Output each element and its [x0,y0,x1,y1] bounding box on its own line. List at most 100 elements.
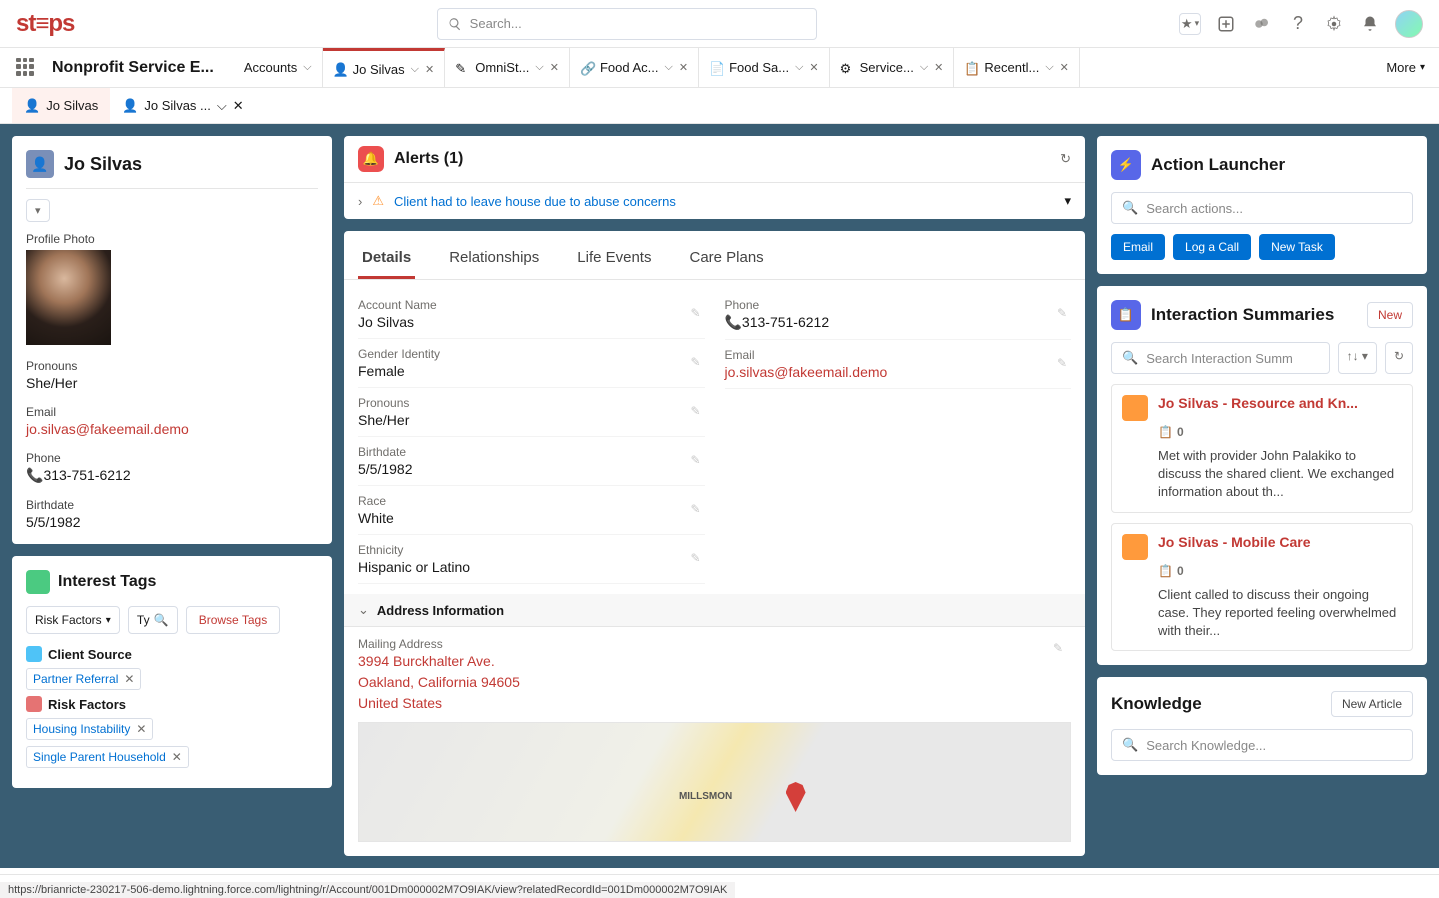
action-button[interactable]: New Task [1259,234,1335,260]
detail-tab[interactable]: Life Events [573,239,655,279]
close-icon[interactable]: ✕ [1060,61,1069,74]
app-name: Nonprofit Service E... [52,59,214,77]
remove-tag-icon[interactable]: ✕ [172,750,182,764]
map[interactable]: MILLSMON [358,722,1071,842]
favorites-button[interactable]: ★▾ [1179,13,1201,35]
detail-tab[interactable]: Relationships [445,239,543,279]
knowledge-search[interactable]: 🔍 Search Knowledge... [1111,729,1413,761]
tag-pill[interactable]: Single Parent Household✕ [26,746,189,768]
profile-photo [26,250,111,345]
chevron-down-icon[interactable]: ⌵ [303,61,311,74]
search-placeholder: Search... [470,16,522,31]
nav-tab[interactable]: Accounts⌵ [234,48,323,87]
close-icon[interactable]: ✕ [233,98,244,114]
new-article-button[interactable]: New Article [1331,691,1413,717]
mailing-address-value[interactable]: 3994 Burckhalter Ave. Oakland, Californi… [358,651,1071,714]
interaction-summary[interactable]: Jo Silvas - Resource and Kn...📋 0Met wit… [1111,384,1413,513]
close-icon[interactable]: ✕ [934,61,943,74]
edit-icon[interactable]: ✎ [690,355,700,369]
add-icon[interactable] [1215,13,1237,35]
app-launcher-icon[interactable] [16,58,36,78]
global-search[interactable]: Search... [437,8,817,40]
tag-search-input[interactable]: Ty 🔍 [128,606,178,634]
edit-icon[interactable]: ✎ [690,306,700,320]
nav-tab[interactable]: 👤Jo Silvas⌵✕ [323,48,446,87]
interactions-search[interactable]: 🔍 Search Interaction Summ [1111,342,1330,374]
chevron-down-icon[interactable]: ⌵ [1045,61,1053,74]
close-icon[interactable]: ✕ [550,61,559,74]
field-label: Birthdate [358,445,705,459]
notifications-icon[interactable] [1359,13,1381,35]
chevron-down-icon[interactable]: ⌵ [411,63,419,76]
sub-tab[interactable]: 👤Jo Silvas ...⌵✕ [110,88,255,123]
interaction-summary[interactable]: Jo Silvas - Mobile Care📋 0Client called … [1111,523,1413,652]
edit-icon[interactable]: ✎ [690,404,700,418]
tab-icon: 🔗 [580,61,594,75]
chevron-down-icon[interactable]: ⌵ [795,61,803,74]
tag-category: Risk Factors [26,696,318,712]
edit-icon[interactable]: ✎ [1053,641,1063,655]
user-avatar[interactable] [1395,10,1423,38]
nav-tab[interactable]: ✎OmniSt...⌵✕ [445,48,570,87]
close-icon[interactable]: ✕ [809,61,818,74]
nav-row: Nonprofit Service E... Accounts⌵👤Jo Silv… [0,48,1439,88]
tag-pill[interactable]: Housing Instability✕ [26,718,153,740]
field-value: Jo Silvas [358,314,705,330]
birthdate-value: 5/5/1982 [26,514,318,530]
warning-icon: ⚠ [372,193,384,209]
close-icon[interactable]: ✕ [425,63,434,76]
alert-text[interactable]: Client had to leave house due to abuse c… [394,194,1054,209]
refresh-button[interactable]: ↻ [1385,342,1413,374]
tab-icon: ⚙ [840,61,854,75]
record-summary-card: 👤 Jo Silvas ▾ Profile Photo Pronouns She… [12,136,332,544]
new-interaction-button[interactable]: New [1367,302,1413,328]
edit-icon[interactable]: ✎ [1057,356,1067,370]
salesforce-icon[interactable] [1251,13,1273,35]
chevron-down-icon[interactable]: ⌵ [665,61,673,74]
alert-row[interactable]: › ⚠ Client had to leave house due to abu… [344,183,1085,219]
global-header: st≡ps Search... ★▾ ? [0,0,1439,48]
account-icon: 👤 [26,150,54,178]
header-icons: ★▾ ? [1179,10,1423,38]
chevron-down-icon[interactable]: ⌵ [217,98,227,114]
nav-tab[interactable]: ⚙Service...⌵✕ [830,48,955,87]
chevron-down-icon[interactable]: ▾ [1064,193,1071,209]
nav-tab[interactable]: 🔗Food Ac...⌵✕ [570,48,699,87]
detail-tab[interactable]: Care Plans [685,239,767,279]
edit-icon[interactable]: ✎ [690,502,700,516]
chevron-down-icon[interactable]: ⌵ [920,61,928,74]
close-icon[interactable]: ✕ [679,61,688,74]
nav-more[interactable]: More ▾ [1372,60,1439,75]
summary-title[interactable]: Jo Silvas - Mobile Care [1158,534,1311,550]
email-value[interactable]: jo.silvas@fakeemail.demo [26,421,318,437]
follow-dropdown[interactable]: ▾ [26,199,50,222]
tag-pill[interactable]: Partner Referral✕ [26,668,141,690]
browse-tags-button[interactable]: Browse Tags [186,606,280,634]
detail-tab[interactable]: Details [358,239,415,279]
refresh-icon[interactable]: ↻ [1060,151,1071,167]
email-label: Email [26,405,318,419]
summary-title[interactable]: Jo Silvas - Resource and Kn... [1158,395,1358,411]
remove-tag-icon[interactable]: ✕ [136,722,146,736]
edit-icon[interactable]: ✎ [690,453,700,467]
map-pin-icon [786,782,806,812]
chevron-down-icon[interactable]: ⌵ [535,61,543,74]
remove-tag-icon[interactable]: ✕ [124,672,134,686]
edit-icon[interactable]: ✎ [1057,306,1067,320]
action-button[interactable]: Log a Call [1173,234,1251,260]
tag-filter-select[interactable]: Risk Factors ▾ [26,606,120,634]
nav-tab[interactable]: 📋Recentl...⌵✕ [954,48,1079,87]
edit-icon[interactable]: ✎ [690,551,700,565]
settings-icon[interactable] [1323,13,1345,35]
help-icon[interactable]: ? [1287,13,1309,35]
sort-button[interactable]: ↑↓ ▾ [1338,342,1377,374]
field-value[interactable]: jo.silvas@fakeemail.demo [725,364,1072,380]
address-section-header[interactable]: ⌄ Address Information [344,594,1085,627]
field-label: Race [358,494,705,508]
tab-icon: 📋 [964,61,978,75]
logo: st≡ps [16,10,74,38]
nav-tab[interactable]: 📄Food Sa...⌵✕ [699,48,830,87]
action-search[interactable]: 🔍 Search actions... [1111,192,1413,224]
action-button[interactable]: Email [1111,234,1165,260]
sub-tab[interactable]: 👤Jo Silvas [12,88,110,123]
